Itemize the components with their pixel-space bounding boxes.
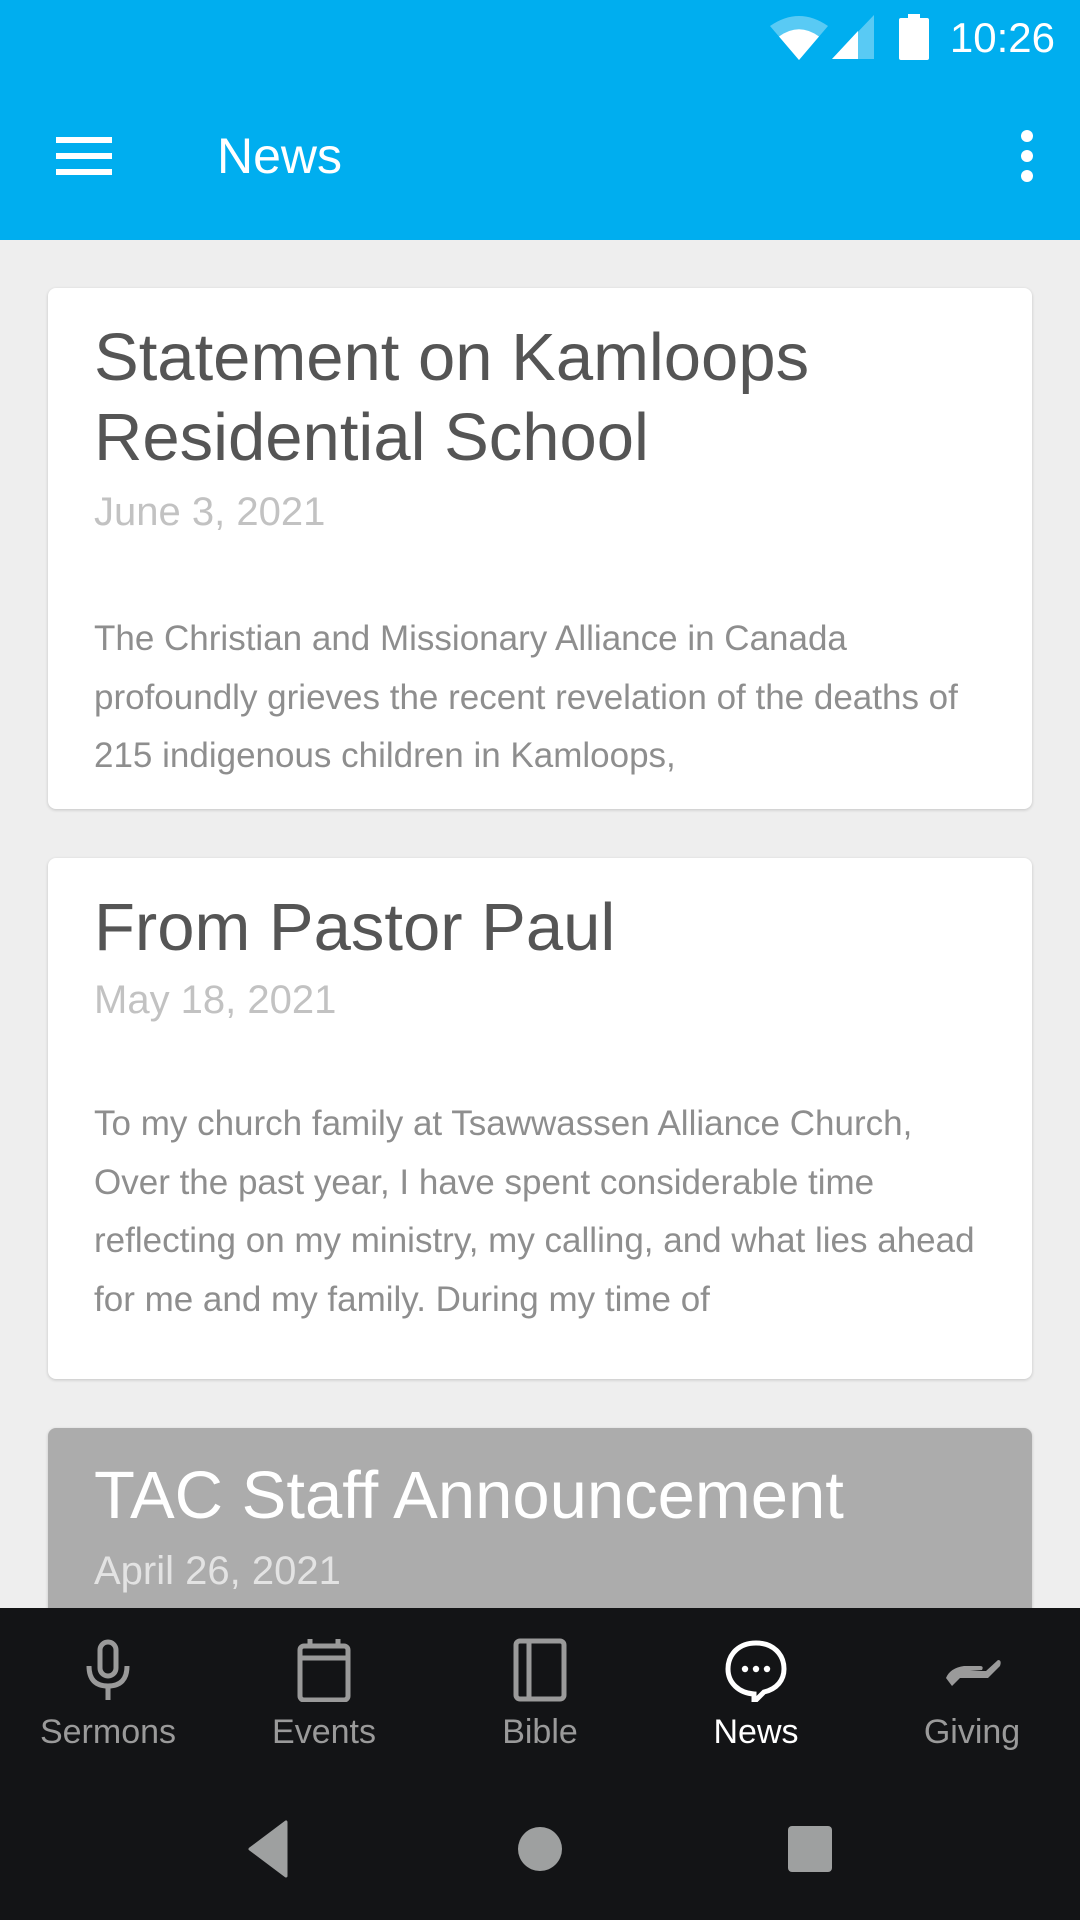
wifi-icon bbox=[770, 16, 828, 60]
nav-label: News bbox=[713, 1713, 799, 1751]
news-card-excerpt: To my church family at Tsawwassen Allian… bbox=[94, 1095, 984, 1354]
news-card-date: June 3, 2021 bbox=[94, 490, 326, 534]
status-bar: 10:26 bbox=[0, 0, 1080, 72]
cell-signal-icon bbox=[832, 15, 874, 59]
news-feed[interactable]: Statement on Kamloops Residential School… bbox=[0, 240, 1080, 1608]
status-time: 10:26 bbox=[949, 14, 1055, 61]
news-card-title: TAC Staff Announcement bbox=[94, 1458, 844, 1533]
news-card-date: May 18, 2021 bbox=[94, 978, 337, 1022]
news-card[interactable]: Statement on Kamloops Residential School… bbox=[48, 288, 1032, 809]
recents-icon[interactable] bbox=[780, 1820, 840, 1878]
news-card-title: From Pastor Paul bbox=[94, 890, 616, 965]
nav-item-bible[interactable]: Bible bbox=[432, 1608, 648, 1776]
app-bar: News bbox=[0, 72, 1080, 240]
nav-item-news[interactable]: News bbox=[648, 1608, 864, 1776]
news-card-date: April 26, 2021 bbox=[94, 1549, 341, 1593]
home-icon[interactable] bbox=[510, 1820, 570, 1878]
news-card-excerpt-line: Over the past year, I have spent conside… bbox=[94, 1162, 975, 1319]
calendar-icon bbox=[297, 1639, 351, 1702]
nav-label: Events bbox=[272, 1713, 376, 1751]
news-card[interactable]: From Pastor Paul May 18, 2021 To my chur… bbox=[48, 858, 1032, 1379]
nav-label: Giving bbox=[923, 1713, 1021, 1751]
system-navigation-bar bbox=[0, 1776, 1080, 1920]
news-card[interactable]: TAC Staff Announcement April 26, 2021 bbox=[48, 1428, 1032, 1608]
news-card-title: Statement on Kamloops Residential School bbox=[94, 320, 810, 475]
back-icon[interactable] bbox=[240, 1820, 300, 1878]
hamburger-menu-icon[interactable] bbox=[40, 116, 128, 196]
battery-icon bbox=[899, 14, 929, 60]
chat-bubble-icon bbox=[725, 1640, 787, 1702]
microphone-icon bbox=[86, 1639, 130, 1700]
more-vertical-icon[interactable] bbox=[994, 116, 1060, 196]
nav-label: Sermons bbox=[39, 1713, 177, 1751]
nav-item-events[interactable]: Events bbox=[216, 1608, 432, 1776]
giving-hand-icon bbox=[946, 1660, 1001, 1686]
nav-label: Bible bbox=[502, 1713, 578, 1751]
page-title: News bbox=[217, 128, 343, 184]
news-card-excerpt-line: To my church family at Tsawwassen Allian… bbox=[94, 1104, 913, 1143]
bottom-navigation: Sermons Events Bible News Giving bbox=[0, 1608, 1080, 1776]
book-icon bbox=[513, 1638, 567, 1702]
news-card-excerpt: The Christian and Missionary Alliance in… bbox=[94, 619, 958, 775]
nav-item-sermons[interactable]: Sermons bbox=[0, 1608, 216, 1776]
nav-item-giving[interactable]: Giving bbox=[864, 1608, 1080, 1776]
